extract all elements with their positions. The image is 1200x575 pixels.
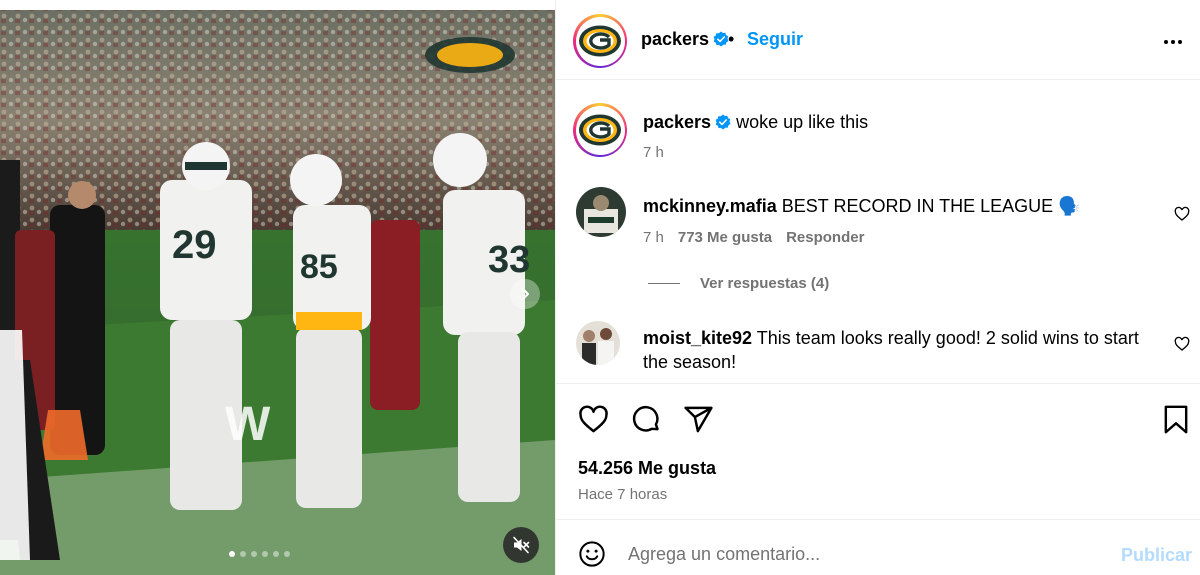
comment-username[interactable]: mckinney.mafia	[643, 196, 777, 216]
comment-username[interactable]: moist_kite92	[643, 328, 752, 348]
heart-icon	[579, 405, 608, 433]
author-username-text[interactable]: packers	[641, 29, 709, 49]
comment-text: mckinney.mafia BEST RECORD IN THE LEAGUE…	[643, 196, 1143, 217]
user-avatar-image	[576, 321, 620, 365]
post-media[interactable]: 29 85 33 W	[0, 0, 555, 575]
header-separator: •	[728, 29, 735, 49]
heart-outline-icon	[1174, 206, 1190, 221]
comment-body: BEST RECORD IN THE LEAGUE 🗣️	[781, 196, 1081, 216]
emoji-button[interactable]	[578, 540, 606, 573]
view-replies-button[interactable]: Ver respuestas (4)	[648, 275, 829, 292]
comment-composer: Publicar	[556, 519, 1200, 575]
like-comment-button[interactable]	[1174, 206, 1190, 227]
save-button[interactable]	[1162, 404, 1190, 440]
post-details-panel: packers • Seguir packers woke up like th…	[555, 0, 1200, 575]
author-avatar[interactable]	[573, 14, 627, 68]
comment-input[interactable]	[628, 539, 1098, 569]
carousel-dot	[251, 551, 257, 557]
packers-logo-icon	[579, 114, 621, 146]
comment-meta: 7 h 773 Me gusta Responder	[643, 229, 864, 246]
post-actions	[556, 385, 1200, 435]
caption-text: packers woke up like this	[643, 112, 868, 133]
heart-outline-icon	[1174, 336, 1190, 351]
comment-likes[interactable]: 773 Me gusta	[678, 229, 772, 246]
follow-button[interactable]: Seguir	[747, 29, 803, 50]
svg-text:33: 33	[488, 239, 530, 281]
verified-badge-icon	[715, 114, 731, 130]
caption-username[interactable]: packers	[643, 112, 711, 132]
publish-button[interactable]: Publicar	[1121, 545, 1192, 566]
comment-button[interactable]	[631, 404, 662, 440]
like-button[interactable]	[578, 404, 609, 440]
carousel-dot	[284, 551, 290, 557]
svg-text:W: W	[225, 398, 271, 451]
emoji-icon	[579, 541, 605, 567]
view-replies-label[interactable]: Ver respuestas (4)	[700, 275, 829, 292]
like-comment-button[interactable]	[1174, 336, 1190, 357]
post-timestamp[interactable]: Hace 7 horas	[578, 486, 667, 503]
replies-divider	[648, 283, 680, 284]
user-avatar-image	[576, 187, 626, 237]
carousel-dot	[262, 551, 268, 557]
comment-avatar[interactable]	[576, 321, 620, 365]
carousel-dot	[273, 551, 279, 557]
chevron-right-icon	[522, 288, 529, 300]
comment-text: moist_kite92 This team looks really good…	[643, 326, 1163, 374]
post-header: packers • Seguir	[556, 0, 1200, 80]
speaker-muted-icon	[513, 536, 530, 554]
caption-body: woke up like this	[736, 112, 869, 132]
mute-toggle-button[interactable]	[503, 527, 539, 563]
verified-badge-icon	[713, 31, 729, 47]
share-icon	[684, 406, 713, 433]
reply-button[interactable]: Responder	[786, 229, 864, 246]
svg-text:85: 85	[300, 248, 338, 286]
carousel-dots	[229, 551, 290, 557]
more-options-button[interactable]	[1161, 30, 1185, 59]
next-slide-button[interactable]	[510, 279, 540, 309]
video-frame: 29 85 33 W	[0, 0, 555, 575]
share-button[interactable]	[683, 404, 714, 440]
packers-logo-icon	[579, 25, 621, 57]
author-username[interactable]: packers	[641, 29, 729, 50]
comment-icon	[632, 405, 659, 432]
more-horizontal-icon	[1164, 40, 1182, 44]
comments-list[interactable]: packers woke up like this 7 h mckinney.m…	[556, 81, 1200, 384]
carousel-dot	[229, 551, 235, 557]
likes-count[interactable]: 54.256 Me gusta	[578, 458, 716, 479]
carousel-dot	[240, 551, 246, 557]
comment-avatar[interactable]	[576, 187, 626, 237]
caption-timestamp[interactable]: 7 h	[643, 144, 664, 161]
svg-text:29: 29	[172, 223, 217, 267]
bookmark-icon	[1164, 405, 1188, 434]
comment-timestamp[interactable]: 7 h	[643, 229, 664, 246]
caption-avatar[interactable]	[573, 103, 627, 157]
